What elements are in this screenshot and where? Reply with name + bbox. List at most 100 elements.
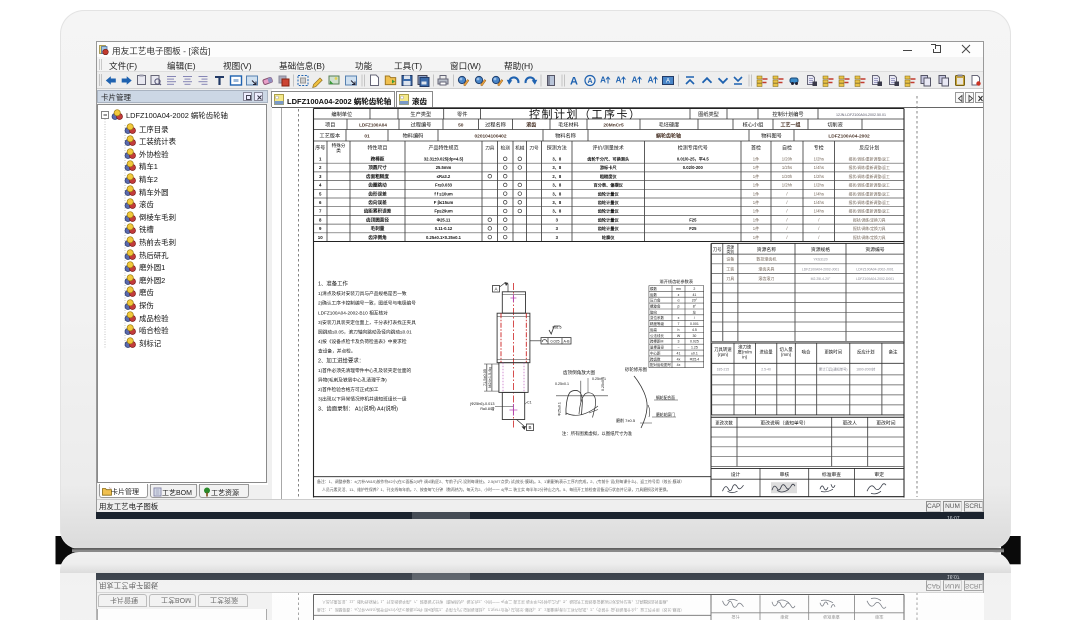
svg-text:1/4hs: 1/4hs: [814, 165, 824, 170]
svg-text:游标卡尺: 游标卡尺: [600, 164, 618, 171]
svg-text:β: β: [677, 305, 679, 309]
svg-text:标准审查: 标准审查: [822, 471, 841, 478]
svg-text:3、8: 3、8: [552, 191, 562, 197]
svg-text:查设备，并点检。: 查设备，并点检。: [318, 348, 356, 355]
svg-text:020104100402: 020104100402: [474, 134, 506, 140]
svg-text:1)清点及核对安装刀具与产品规格是否一致: 1)清点及核对安装刀具与产品规格是否一致: [318, 290, 407, 297]
svg-text:LDFZ100A04-2002-D001: LDFZ100A04-2002-D001: [856, 277, 894, 281]
svg-text:LDFZ100A04: LDFZ100A04: [359, 122, 387, 127]
svg-text:首检: 首检: [751, 144, 761, 151]
svg-text:1件: 1件: [753, 164, 760, 171]
svg-text:6: 6: [319, 200, 322, 205]
svg-text:1件: 1件: [753, 182, 760, 189]
svg-text:3、8: 3、8: [552, 165, 562, 171]
svg-text:/: /: [694, 316, 695, 320]
svg-text:30: 30: [692, 334, 696, 338]
svg-text:齿顶圆直径: 齿顶圆直径: [366, 216, 389, 223]
svg-text:2)首件检验合格方可正式加工: 2)首件检验合格方可正式加工: [318, 386, 379, 393]
svg-text:专检: 专检: [814, 144, 824, 151]
svg-text:A: A: [666, 79, 670, 85]
svg-text:1件: 1件: [753, 208, 760, 215]
svg-text:10: 10: [318, 235, 323, 240]
svg-text:3)安装刀具装夹定位面上，千分表打表找正夹具: 3)安装刀具装夹定位面上，千分表打表找正夹具: [318, 319, 416, 326]
svg-text:LDFZ100A04-2002: LDFZ100A04-2002: [828, 134, 870, 140]
svg-text:跨齿数: 跨齿数: [650, 356, 661, 361]
svg-text:A: A: [648, 76, 654, 85]
svg-text:1件: 1件: [753, 156, 760, 163]
svg-text:探测方法: 探测方法: [547, 144, 567, 151]
svg-text:1/20h: 1/20h: [782, 174, 793, 179]
svg-text:50: 50: [458, 122, 464, 128]
svg-text:报状/调练/重新调整/返工: 报状/调练/重新调整/返工: [849, 200, 890, 205]
svg-text:自检: 自检: [782, 144, 792, 151]
svg-text:旋向: 旋向: [650, 309, 658, 314]
svg-text:齿圈跳动: 齿圈跳动: [368, 182, 387, 189]
svg-text:/: /: [818, 226, 820, 231]
svg-text:LDFZ100A04-2002-J001: LDFZ100A04-2002-J001: [856, 267, 893, 271]
svg-text:图纸类型: 图纸类型: [698, 110, 719, 118]
svg-text:毛刺量: 毛刺量: [371, 225, 385, 232]
svg-text:工装: 工装: [726, 265, 734, 271]
svg-text:齿顶倒角放大图: 齿顶倒角放大图: [563, 369, 596, 376]
svg-text:公法线长: 公法线长: [650, 333, 664, 338]
svg-text:设计: 设计: [731, 471, 741, 478]
svg-text:变位系数: 变位系数: [650, 315, 664, 320]
svg-text:M24×1.5-6g: M24×1.5-6g: [488, 367, 492, 387]
svg-text:评价/测量技术: 评价/测量技术: [593, 144, 624, 151]
svg-text:中心距: 中心距: [650, 351, 661, 356]
svg-text:3、8: 3、8: [552, 157, 562, 163]
svg-text:齿向误差: 齿向误差: [368, 199, 387, 206]
svg-text:异物(毛刺及铁屑中心孔清理干净): 异物(毛刺及铁屑中心孔清理干净): [318, 377, 387, 384]
svg-text:x: x: [678, 316, 680, 320]
svg-text:更改时间: 更改时间: [876, 419, 895, 426]
svg-text:毛坯材料: 毛坯材料: [558, 120, 579, 128]
svg-text:蜗轮齿轮轴: 蜗轮齿轮轴: [656, 133, 681, 140]
svg-text:百分表、偏摆仪: 百分表、偏摆仪: [594, 182, 624, 189]
svg-text:3: 3: [556, 235, 559, 240]
svg-text:控制计划编号: 控制计划编号: [772, 110, 803, 118]
svg-text:生产类型: 生产类型: [410, 110, 431, 118]
svg-text:齿距累积误差: 齿距累积误差: [364, 208, 392, 215]
svg-text:C1: C1: [527, 401, 532, 405]
svg-text:蜗轮配合面: 蜗轮配合面: [656, 395, 675, 400]
svg-text:A: A: [494, 287, 497, 292]
svg-text:0.025: 0.025: [690, 340, 699, 344]
svg-text:左: 左: [693, 309, 697, 314]
svg-text:2.5-40: 2.5-40: [761, 367, 771, 371]
svg-text:/: /: [786, 191, 788, 196]
svg-text:2)确认工序卡控制编号一致，图纸号与电极编号: 2)确认工序卡控制编号一致，图纸号与电极编号: [318, 300, 416, 307]
svg-text:刀号: 刀号: [713, 247, 722, 253]
svg-text:磨削 7±0.5: 磨削 7±0.5: [616, 417, 636, 423]
svg-text:资源编号: 资源编号: [865, 246, 884, 253]
svg-text:啮合: 啮合: [802, 349, 811, 356]
svg-text:切削液: 切削液: [827, 120, 843, 128]
svg-text:工艺版本: 工艺版本: [319, 132, 340, 140]
svg-text:71.5±0.05: 71.5±0.05: [483, 369, 487, 386]
svg-text:零件: 零件: [457, 110, 467, 118]
svg-text:f f ≤10um: f f ≤10um: [434, 191, 453, 196]
svg-text:报状/调练/定换刀具: 报状/调练/定换刀具: [853, 217, 886, 222]
svg-text:资源: 资源: [727, 244, 735, 249]
svg-text:刀具: 刀具: [726, 275, 734, 281]
svg-text:压力角: 压力角: [650, 298, 661, 303]
svg-text:累计刀具(通知单号): 累计刀具(通知单号): [819, 366, 848, 371]
svg-text:注：所有图素虚拟，以图纸尺寸为准: 注：所有图素虚拟，以图纸尺寸为准: [562, 430, 633, 437]
svg-text:序号: 序号: [315, 144, 325, 151]
svg-text:刀号: 刀号: [529, 145, 539, 151]
svg-text:跨棒距M: 跨棒距M: [650, 339, 663, 344]
svg-text:(Φ25h6)-0.013: (Φ25h6)-0.013: [470, 402, 495, 406]
svg-text:轮廓仪: 轮廓仪: [602, 234, 615, 241]
svg-text:控制计划（工序卡）: 控制计划（工序卡）: [529, 107, 642, 121]
svg-text:渐开线齿轮参数表: 渐开线齿轮参数表: [660, 278, 694, 285]
svg-text:齿轮计量仪: 齿轮计量仪: [598, 216, 620, 223]
svg-text:0.25±0.1: 0.25±0.1: [555, 382, 569, 386]
svg-text:4: 4: [319, 183, 322, 188]
svg-text:8°: 8°: [693, 305, 697, 309]
svg-text:F25: F25: [689, 217, 697, 222]
svg-text:更换时间: 更换时间: [824, 349, 842, 356]
svg-text:齿形误差: 齿形误差: [368, 190, 387, 197]
svg-text:α: α: [677, 299, 679, 303]
svg-text:齿淬倒角: 齿淬倒角: [368, 234, 387, 241]
svg-text:mn: mn: [676, 287, 681, 291]
svg-text:粗糙度仪: 粗糙度仪: [600, 173, 618, 180]
